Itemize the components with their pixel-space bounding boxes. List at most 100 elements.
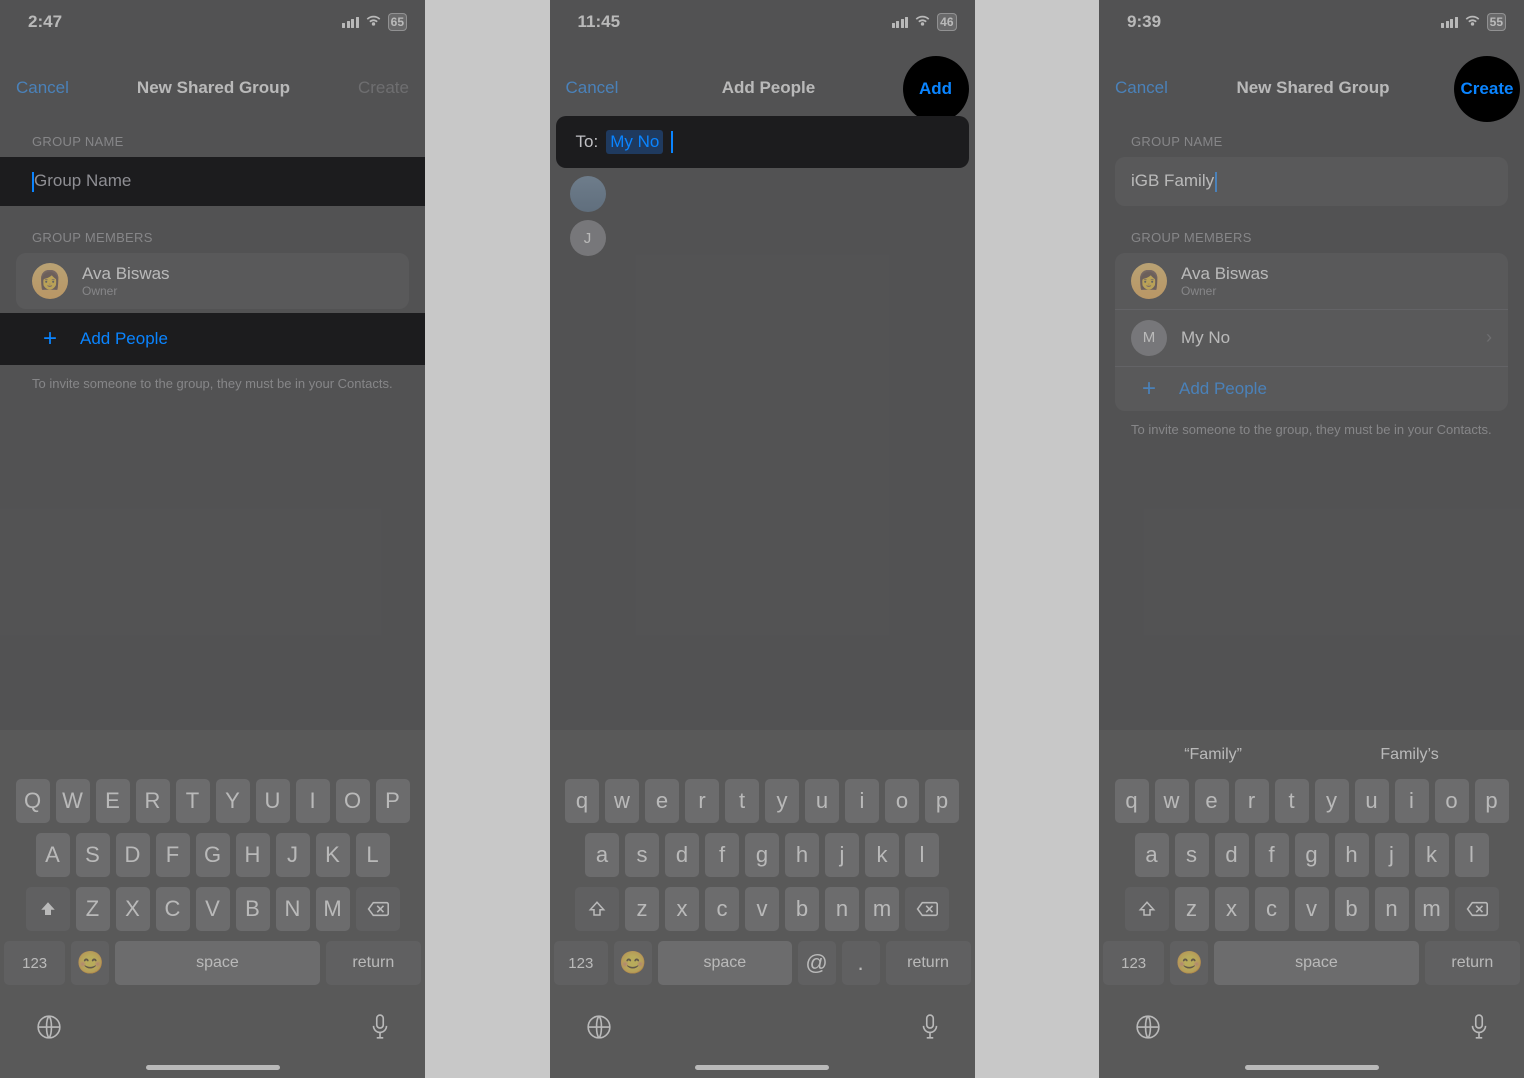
key-o[interactable]: o	[1435, 779, 1469, 823]
key-f[interactable]: f	[705, 833, 739, 877]
key-z[interactable]: z	[1175, 887, 1209, 931]
key-p[interactable]: p	[1475, 779, 1509, 823]
key-c[interactable]: C	[156, 887, 190, 931]
key-m[interactable]: M	[316, 887, 350, 931]
backspace-key[interactable]	[1455, 887, 1499, 931]
space-key[interactable]: space	[1214, 941, 1418, 985]
key-i[interactable]: i	[845, 779, 879, 823]
key-p[interactable]: P	[376, 779, 410, 823]
numeric-key[interactable]: 123	[1103, 941, 1164, 985]
suggestion-1[interactable]: “Family”	[1184, 746, 1242, 764]
key-k[interactable]: K	[316, 833, 350, 877]
key-i[interactable]: I	[296, 779, 330, 823]
keyboard[interactable]: “Family” Family’s q w e r t y u i o p a …	[1099, 730, 1524, 1078]
key-y[interactable]: Y	[216, 779, 250, 823]
key-w[interactable]: W	[56, 779, 90, 823]
to-field[interactable]: To: My No	[556, 116, 969, 168]
key-t[interactable]: t	[725, 779, 759, 823]
key-b[interactable]: B	[236, 887, 270, 931]
recipient-token[interactable]: My No	[606, 130, 663, 154]
key-b[interactable]: b	[785, 887, 819, 931]
key-u[interactable]: u	[805, 779, 839, 823]
key-s[interactable]: s	[625, 833, 659, 877]
key-v[interactable]: v	[1295, 887, 1329, 931]
numeric-key[interactable]: 123	[4, 941, 65, 985]
key-n[interactable]: n	[1375, 887, 1409, 931]
shift-key[interactable]	[575, 887, 619, 931]
key-t[interactable]: t	[1275, 779, 1309, 823]
backspace-key[interactable]	[356, 887, 400, 931]
add-people-button[interactable]: + Add People	[0, 313, 425, 365]
key-r[interactable]: R	[136, 779, 170, 823]
emoji-key[interactable]: 😊	[1170, 941, 1208, 985]
key-u[interactable]: u	[1355, 779, 1389, 823]
key-e[interactable]: E	[96, 779, 130, 823]
key-y[interactable]: y	[765, 779, 799, 823]
emoji-key[interactable]: 😊	[71, 941, 109, 985]
key-x[interactable]: x	[665, 887, 699, 931]
return-key[interactable]: return	[1425, 941, 1520, 985]
globe-icon[interactable]	[586, 1014, 612, 1045]
contact-avatar-letter[interactable]: J	[570, 220, 606, 256]
space-key[interactable]: space	[658, 941, 791, 985]
keyboard[interactable]: q w e r t y u i o p a s d f g h j k l z …	[550, 730, 975, 1078]
key-j[interactable]: J	[276, 833, 310, 877]
key-e[interactable]: e	[1195, 779, 1229, 823]
key-q[interactable]: q	[1115, 779, 1149, 823]
key-v[interactable]: V	[196, 887, 230, 931]
at-key[interactable]: @	[798, 941, 836, 985]
key-q[interactable]: Q	[16, 779, 50, 823]
keyboard[interactable]: Q W E R T Y U I O P A S D F G H J K L Z …	[0, 730, 425, 1078]
space-key[interactable]: space	[115, 941, 319, 985]
key-r[interactable]: r	[685, 779, 719, 823]
key-j[interactable]: j	[1375, 833, 1409, 877]
key-c[interactable]: c	[705, 887, 739, 931]
mic-icon[interactable]	[1470, 1014, 1488, 1045]
key-m[interactable]: m	[865, 887, 899, 931]
key-k[interactable]: k	[1415, 833, 1449, 877]
key-s[interactable]: S	[76, 833, 110, 877]
create-button-highlight[interactable]: Create	[1454, 56, 1520, 122]
key-m[interactable]: m	[1415, 887, 1449, 931]
key-a[interactable]: a	[585, 833, 619, 877]
key-t[interactable]: T	[176, 779, 210, 823]
globe-icon[interactable]	[36, 1014, 62, 1045]
key-d[interactable]: d	[665, 833, 699, 877]
shift-key[interactable]	[26, 887, 70, 931]
emoji-key[interactable]: 😊	[614, 941, 652, 985]
key-n[interactable]: N	[276, 887, 310, 931]
key-x[interactable]: X	[116, 887, 150, 931]
key-s[interactable]: s	[1175, 833, 1209, 877]
key-l[interactable]: L	[356, 833, 390, 877]
backspace-key[interactable]	[905, 887, 949, 931]
group-name-input[interactable]: iGB Family	[1115, 157, 1508, 206]
key-e[interactable]: e	[645, 779, 679, 823]
shift-key[interactable]	[1125, 887, 1169, 931]
key-n[interactable]: n	[825, 887, 859, 931]
key-h[interactable]: h	[1335, 833, 1369, 877]
globe-icon[interactable]	[1135, 1014, 1161, 1045]
cancel-button[interactable]: Cancel	[1115, 78, 1168, 98]
key-o[interactable]: o	[885, 779, 919, 823]
key-l[interactable]: l	[1455, 833, 1489, 877]
mic-icon[interactable]	[371, 1014, 389, 1045]
key-j[interactable]: j	[825, 833, 859, 877]
key-v[interactable]: v	[745, 887, 779, 931]
key-g[interactable]: G	[196, 833, 230, 877]
mic-icon[interactable]	[921, 1014, 939, 1045]
key-k[interactable]: k	[865, 833, 899, 877]
return-key[interactable]: return	[326, 941, 421, 985]
key-w[interactable]: w	[1155, 779, 1189, 823]
key-c[interactable]: c	[1255, 887, 1289, 931]
key-o[interactable]: O	[336, 779, 370, 823]
group-name-input[interactable]: Group Name	[0, 157, 425, 206]
numeric-key[interactable]: 123	[554, 941, 609, 985]
key-d[interactable]: d	[1215, 833, 1249, 877]
key-w[interactable]: w	[605, 779, 639, 823]
add-people-button[interactable]: + Add People	[1115, 367, 1508, 411]
key-y[interactable]: y	[1315, 779, 1349, 823]
return-key[interactable]: return	[886, 941, 971, 985]
key-g[interactable]: g	[745, 833, 779, 877]
contact-avatar-photo[interactable]	[570, 176, 606, 212]
key-h[interactable]: h	[785, 833, 819, 877]
